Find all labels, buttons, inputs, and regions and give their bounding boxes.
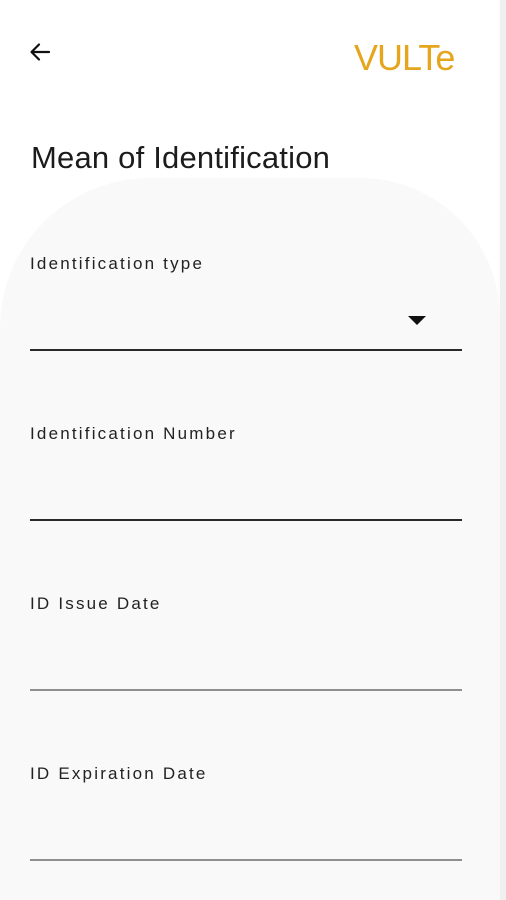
vulte-logo: VULTe bbox=[354, 37, 455, 78]
issue-date-input[interactable] bbox=[30, 634, 462, 690]
identification-number-field[interactable]: Identification Number bbox=[30, 424, 462, 534]
identification-number-input[interactable] bbox=[30, 464, 462, 520]
screen: VULTe Mean of Identification Identificat… bbox=[0, 0, 500, 900]
caret-down-icon[interactable] bbox=[408, 316, 426, 325]
issue-date-field[interactable]: ID Issue Date bbox=[30, 594, 462, 704]
identification-number-label: Identification Number bbox=[30, 424, 237, 443]
issue-date-label: ID Issue Date bbox=[30, 594, 162, 613]
identification-type-label: Identification type bbox=[30, 254, 205, 273]
identification-type-select[interactable] bbox=[30, 294, 462, 350]
identification-number-underline bbox=[30, 519, 462, 521]
page-title: Mean of Identification bbox=[31, 140, 331, 175]
arrow-left-icon bbox=[30, 43, 51, 61]
identification-type-field[interactable]: Identification type bbox=[30, 254, 462, 364]
expiration-date-input[interactable] bbox=[30, 804, 462, 860]
expiration-date-label: ID Expiration Date bbox=[30, 764, 208, 783]
svg-text:VULTe: VULTe bbox=[354, 37, 454, 78]
back-button[interactable] bbox=[24, 36, 56, 68]
expiration-date-underline bbox=[30, 859, 462, 861]
expiration-date-field[interactable]: ID Expiration Date bbox=[30, 764, 462, 874]
issue-date-underline bbox=[30, 689, 462, 691]
identification-type-underline bbox=[30, 349, 462, 351]
